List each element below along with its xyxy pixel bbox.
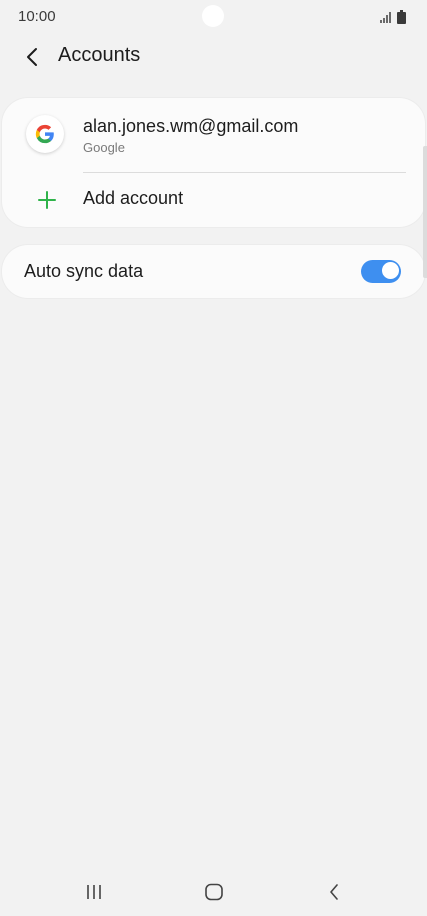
add-account-label: Add account bbox=[83, 188, 184, 208]
auto-sync-label: Auto sync data bbox=[24, 261, 144, 281]
recent-apps-icon bbox=[87, 885, 101, 899]
home-icon bbox=[205, 883, 223, 901]
home-button[interactable] bbox=[189, 875, 239, 909]
accounts-card: alan.jones.wm@gmail.com Google Add accou… bbox=[2, 98, 425, 227]
google-avatar bbox=[26, 115, 64, 153]
status-bar: 10:00 bbox=[0, 0, 427, 34]
chevron-left-icon bbox=[27, 48, 37, 66]
battery-icon bbox=[397, 10, 406, 24]
divider bbox=[83, 172, 406, 173]
back-button[interactable] bbox=[14, 40, 50, 74]
signal-icon bbox=[380, 12, 391, 23]
auto-sync-row[interactable]: Auto sync data bbox=[2, 245, 425, 298]
camera-cutout bbox=[202, 5, 224, 27]
toggle-knob bbox=[381, 261, 400, 280]
navigation-bar bbox=[0, 866, 427, 916]
nav-back-button[interactable] bbox=[309, 875, 359, 909]
status-time: 10:00 bbox=[18, 8, 56, 25]
account-row-google[interactable]: alan.jones.wm@gmail.com Google bbox=[2, 98, 425, 172]
account-provider: Google bbox=[83, 140, 125, 155]
account-email: alan.jones.wm@gmail.com bbox=[83, 116, 299, 136]
page-title: Accounts bbox=[58, 44, 141, 66]
app-header: Accounts bbox=[0, 34, 427, 80]
status-icons bbox=[380, 10, 410, 24]
add-account-button[interactable]: Add account bbox=[2, 174, 425, 224]
recent-apps-button[interactable] bbox=[69, 875, 119, 909]
scrollbar-handle[interactable] bbox=[423, 146, 427, 278]
auto-sync-toggle[interactable] bbox=[361, 260, 401, 283]
google-icon bbox=[35, 124, 54, 144]
back-icon bbox=[330, 884, 338, 900]
plus-icon bbox=[38, 191, 56, 209]
